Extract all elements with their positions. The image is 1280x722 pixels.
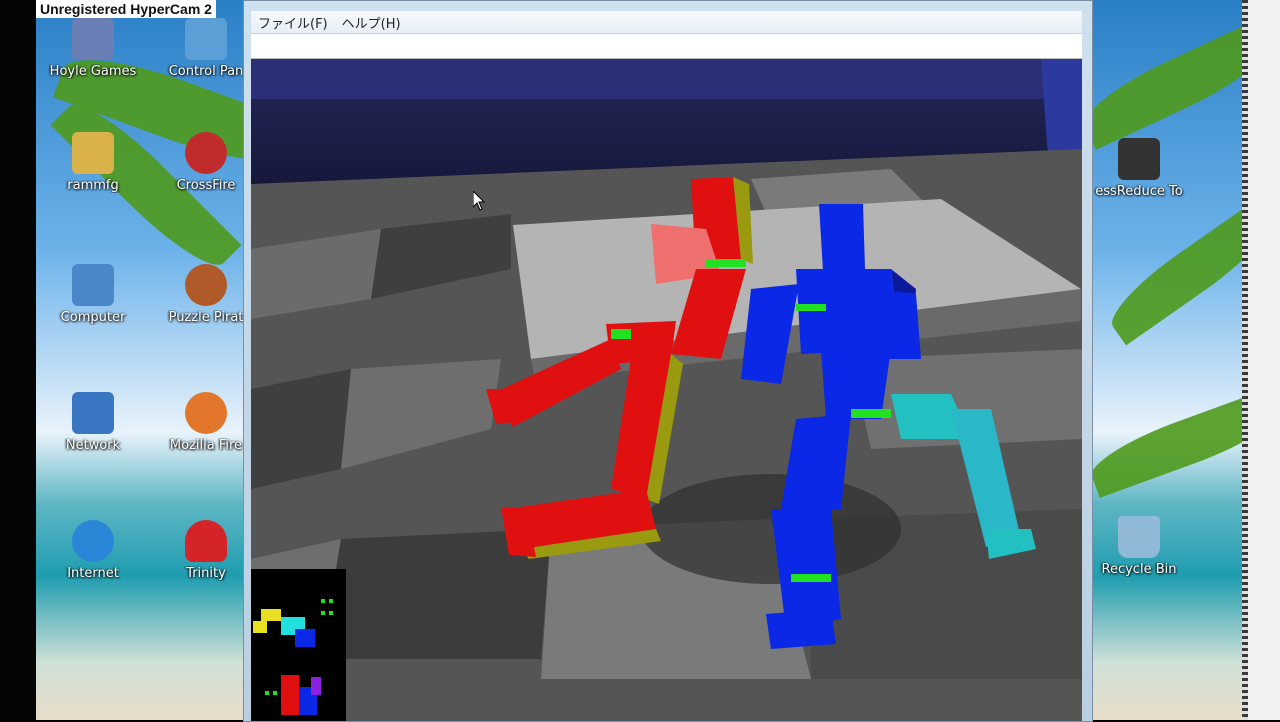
minimap-dot — [329, 611, 333, 615]
network-icon — [72, 392, 114, 434]
recorder-watermark: Unregistered HyperCam 2 — [36, 0, 216, 18]
blue-fighter-foot-left — [766, 609, 836, 649]
minimap-block — [311, 677, 321, 695]
trinity-icon — [185, 520, 227, 562]
menu-file[interactable]: ファイル(F) — [251, 13, 335, 32]
game-3d-viewport[interactable] — [251, 59, 1082, 721]
toolbar-strip — [251, 34, 1082, 59]
joint-marker — [851, 409, 891, 418]
desktop-icon-label: Recycle Bin — [1101, 562, 1177, 577]
arena-scene — [251, 59, 1082, 721]
sky-upper — [251, 59, 1082, 99]
desktop-icon-label: Network — [65, 438, 121, 453]
desktop-icon-rammfg[interactable]: rammfg — [38, 132, 148, 193]
menu-help[interactable]: ヘルプ(H) — [335, 13, 408, 32]
desktop-icon-label: Internet — [67, 566, 119, 581]
folder-icon — [72, 132, 114, 174]
fighter-shadow — [641, 474, 901, 584]
joint-marker — [706, 259, 746, 267]
control-panel-icon — [185, 18, 227, 60]
joint-marker — [611, 329, 631, 339]
minimap-dot — [273, 691, 277, 695]
left-black-border — [0, 0, 36, 720]
fighting-game-window[interactable]: ファイル(F) ヘルプ(H) — [243, 0, 1093, 722]
desktop-icon-label: Computer — [60, 310, 126, 325]
palm-leaf — [1100, 199, 1242, 346]
desktop-icon-recycle-bin[interactable]: Recycle Bin — [1084, 516, 1194, 577]
right-screen-edge — [1242, 0, 1280, 720]
palm-leaf — [1084, 387, 1242, 498]
app-shortcut-icon — [1118, 138, 1160, 180]
desktop-icon-hoyle-games[interactable]: Hoyle Games — [38, 18, 148, 79]
minimap-graphic — [253, 599, 333, 715]
recycle-bin-icon — [1118, 516, 1160, 558]
desktop-icon-internet[interactable]: Internet — [38, 520, 148, 581]
minimap-dot — [321, 599, 325, 603]
minimap-dot — [329, 599, 333, 603]
desktop-icon-label: Hoyle Games — [49, 64, 137, 79]
minimap-block — [295, 629, 315, 647]
desktop-icon-app-shortcut[interactable]: essReduce To — [1084, 138, 1194, 199]
minimap-dot — [265, 691, 269, 695]
desktop-icon-network[interactable]: Network — [38, 392, 148, 453]
desktop-icon-label: essReduce To — [1095, 184, 1183, 199]
puzzle-pirates-icon — [185, 264, 227, 306]
mouse-cursor-icon — [473, 191, 486, 211]
joint-marker — [796, 304, 826, 311]
folder-games-icon — [72, 18, 114, 60]
desktop-icon-label: rammfg — [67, 178, 119, 193]
minimap-block — [281, 675, 299, 715]
menu-bar: ファイル(F) ヘルプ(H) — [251, 11, 1082, 34]
desktop-icon-computer[interactable]: Computer — [38, 264, 148, 325]
palm-leaf — [1074, 20, 1242, 150]
minimap-panel — [251, 569, 346, 721]
crossfire-icon — [185, 132, 227, 174]
blue-fighter-head — [819, 204, 865, 271]
blue-fighter-hips — [821, 349, 891, 419]
minimap-block — [261, 609, 281, 621]
minimap-block — [253, 621, 267, 633]
internet-explorer-icon — [72, 520, 114, 562]
computer-icon — [72, 264, 114, 306]
joint-marker — [791, 574, 831, 582]
firefox-icon — [185, 392, 227, 434]
minimap-dot — [321, 611, 325, 615]
blue-fighter-arm-right — [876, 289, 921, 359]
